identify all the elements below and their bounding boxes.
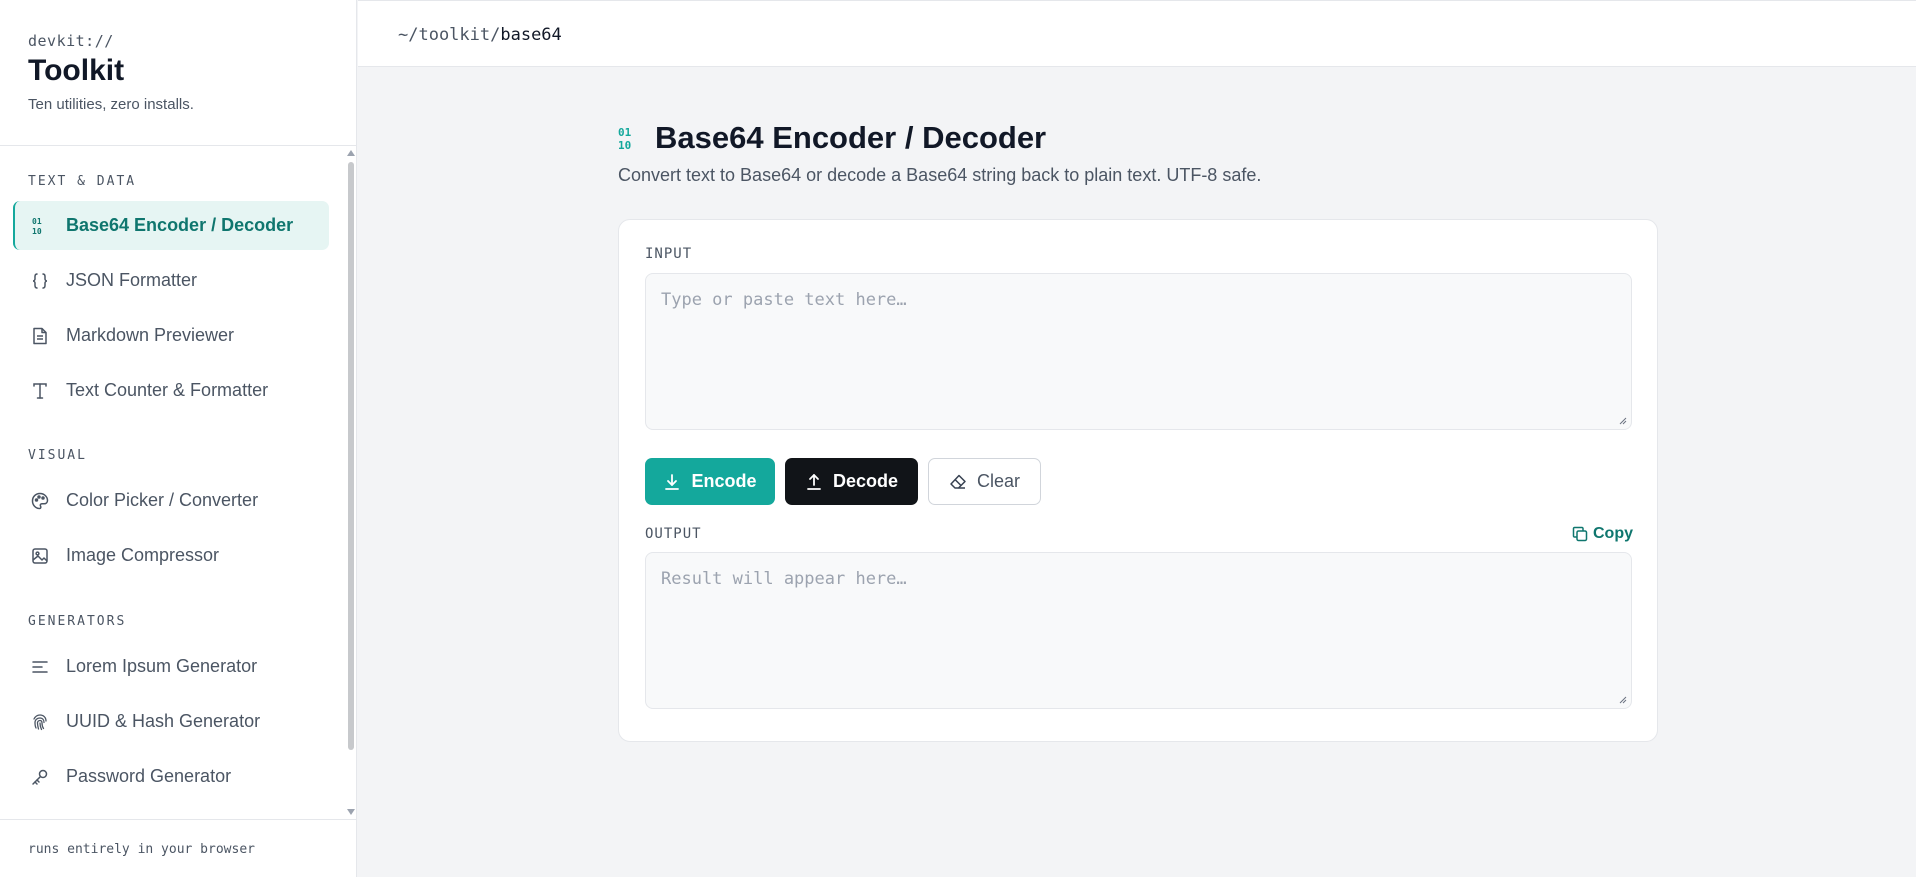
resize-grip-icon[interactable]: [1619, 696, 1627, 704]
topbar: ~/toolkit/base64: [358, 0, 1916, 67]
sidebar-item-markdown[interactable]: Markdown Previewer: [13, 311, 329, 360]
brand: devkit:// Toolkit Ten utilities, zero in…: [28, 32, 194, 113]
image-icon: [30, 546, 50, 566]
scroll-thumb[interactable]: [348, 162, 354, 750]
copy-label: Copy: [1593, 525, 1633, 542]
sidebar-item-json[interactable]: JSON Formatter: [13, 256, 329, 305]
sidebar-item-label: JSON Formatter: [66, 270, 198, 290]
clear-button[interactable]: Clear: [928, 458, 1041, 505]
align-left-icon: [30, 657, 50, 677]
input-label: INPUT: [645, 246, 693, 262]
upload-arrow-icon: [805, 473, 823, 491]
braces-icon: [30, 271, 50, 291]
svg-text:10: 10: [32, 227, 42, 235]
sidebar-footer: runs entirely in your browser: [28, 842, 255, 857]
eraser-icon: [949, 473, 967, 491]
output-textarea[interactable]: Result will appear here…: [645, 552, 1632, 709]
tool-card: INPUT Type or paste text here… Encode De…: [618, 219, 1658, 742]
output-label: OUTPUT: [645, 526, 702, 542]
encode-button[interactable]: Encode: [645, 458, 775, 505]
decode-button[interactable]: Decode: [785, 458, 918, 505]
divider: [0, 819, 356, 820]
encode-label: Encode: [691, 471, 757, 491]
nav-section-text-data: TEXT & DATA: [28, 174, 137, 189]
binary-icon: 01 10: [30, 216, 50, 236]
binary-icon: 01 10: [618, 124, 640, 152]
svg-text:01: 01: [618, 126, 632, 139]
sidebar-item-label: Lorem Ipsum Generator: [66, 656, 258, 676]
sidebar-item-label: Image Compressor: [66, 545, 220, 565]
page-title: Base64 Encoder / Decoder: [655, 120, 1047, 155]
resize-grip-icon[interactable]: [1619, 417, 1627, 425]
brand-subtitle: Ten utilities, zero installs.: [28, 96, 194, 113]
input-placeholder: Type or paste text here…: [661, 290, 907, 310]
decode-label: Decode: [832, 471, 899, 491]
fingerprint-icon: [30, 712, 50, 732]
copy-button[interactable]: Copy: [1572, 525, 1633, 543]
sidebar-item-text-counter[interactable]: Text Counter & Formatter: [13, 366, 329, 415]
sidebar-item-base64[interactable]: 01 10 Base64 Encoder / Decoder: [13, 201, 329, 250]
scroll-down-arrow-icon[interactable]: [347, 809, 355, 815]
sidebar-item-label: Color Picker / Converter: [66, 490, 259, 510]
input-textarea[interactable]: Type or paste text here…: [645, 273, 1632, 430]
sidebar-item-lorem-ipsum[interactable]: Lorem Ipsum Generator: [13, 642, 329, 691]
svg-text:10: 10: [618, 139, 631, 151]
sidebar-item-label: Base64 Encoder / Decoder: [66, 215, 294, 235]
nav-section-visual: VISUAL: [28, 448, 87, 463]
file-text-icon: [30, 326, 50, 346]
breadcrumb-prefix: ~/toolkit/: [398, 25, 501, 45]
breadcrumb: ~/toolkit/base64: [398, 25, 562, 45]
sidebar-item-color-picker[interactable]: Color Picker / Converter: [13, 476, 329, 525]
brand-eyebrow: devkit://: [28, 32, 114, 50]
sidebar-item-label: Text Counter & Formatter: [66, 380, 269, 400]
download-arrow-icon: [663, 473, 681, 491]
clear-label: Clear: [976, 471, 1020, 491]
sidebar-item-label: Password Generator: [66, 766, 232, 786]
scroll-up-arrow-icon[interactable]: [347, 150, 355, 156]
key-icon: [30, 767, 50, 787]
page-header: 01 10 Base64 Encoder / Decoder: [618, 120, 1046, 156]
copy-icon: [1572, 526, 1588, 542]
brand-title: Toolkit: [28, 54, 125, 87]
svg-text:01: 01: [32, 217, 42, 226]
nav-section-generators: GENERATORS: [28, 614, 127, 629]
sidebar-item-uuid-hash[interactable]: UUID & Hash Generator: [13, 697, 329, 746]
breadcrumb-current: base64: [500, 25, 562, 45]
sidebar: devkit:// Toolkit Ten utilities, zero in…: [0, 0, 357, 877]
palette-icon: [30, 491, 50, 511]
sidebar-item-image-compressor[interactable]: Image Compressor: [13, 531, 329, 580]
output-placeholder: Result will appear here…: [661, 569, 907, 589]
sidebar-item-label: Markdown Previewer: [66, 325, 235, 345]
sidebar-item-label: UUID & Hash Generator: [66, 711, 261, 731]
page-description: Convert text to Base64 or decode a Base6…: [618, 165, 1262, 185]
sidebar-scrollbar[interactable]: [345, 146, 357, 819]
type-icon: [30, 381, 50, 401]
sidebar-nav: TEXT & DATA 01 10 Base64 Encoder / Decode…: [0, 146, 344, 819]
sidebar-item-password[interactable]: Password Generator: [13, 752, 329, 801]
